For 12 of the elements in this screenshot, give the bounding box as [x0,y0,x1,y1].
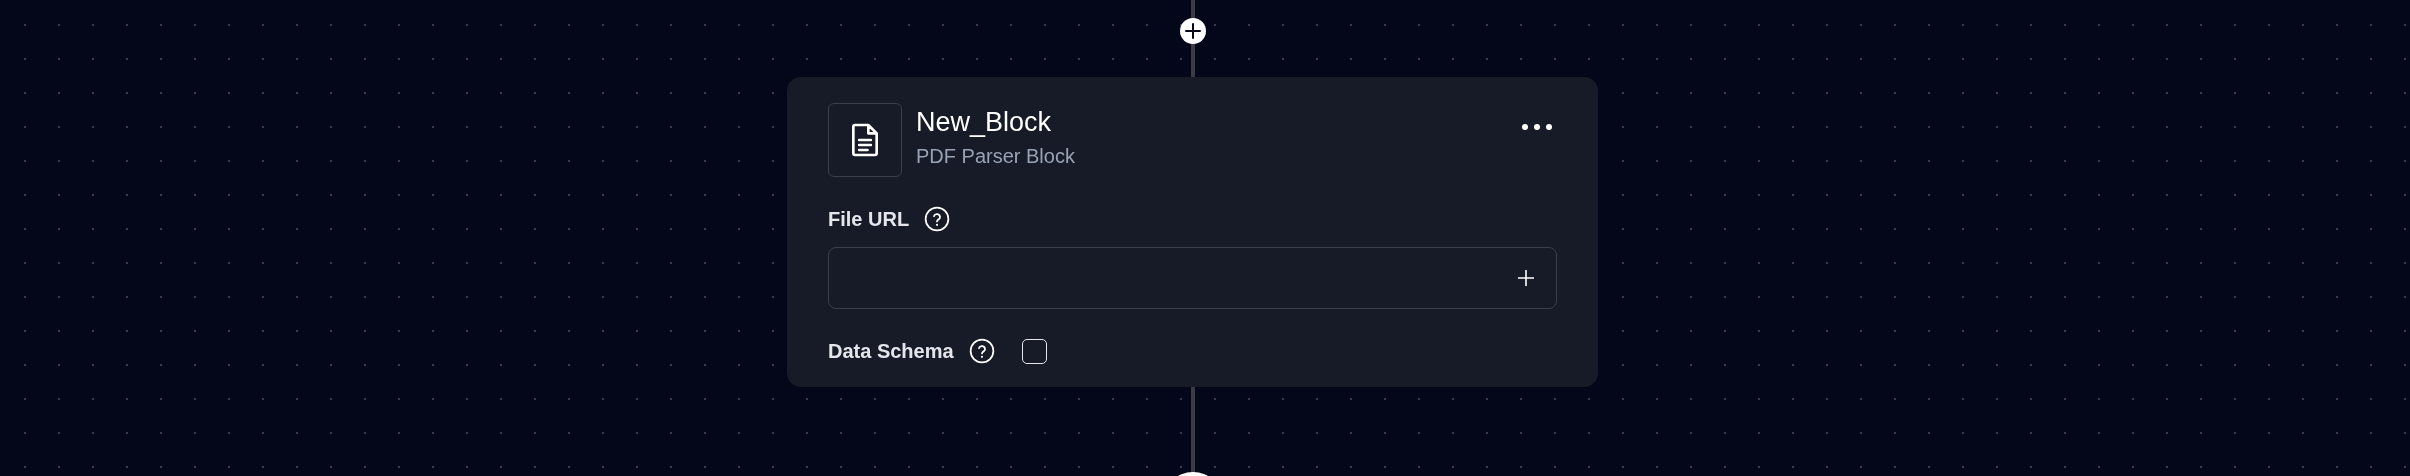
block-title: New_Block [916,106,1053,139]
checkbox[interactable] [1021,338,1047,364]
file-url-field[interactable] [828,247,1557,309]
add-icon[interactable] [1516,268,1536,288]
add-node-button[interactable] [1180,18,1206,44]
more-options-icon[interactable] [1521,123,1553,131]
field-label: Data Schema [828,339,954,363]
field-label: File URL [828,207,910,231]
block-type: PDF Parser Block [916,145,1076,168]
help-icon[interactable] [968,338,995,364]
help-icon[interactable] [924,206,951,232]
block-card[interactable]: New_Block PDF Parser Block File URL Data Schema [787,77,1598,387]
